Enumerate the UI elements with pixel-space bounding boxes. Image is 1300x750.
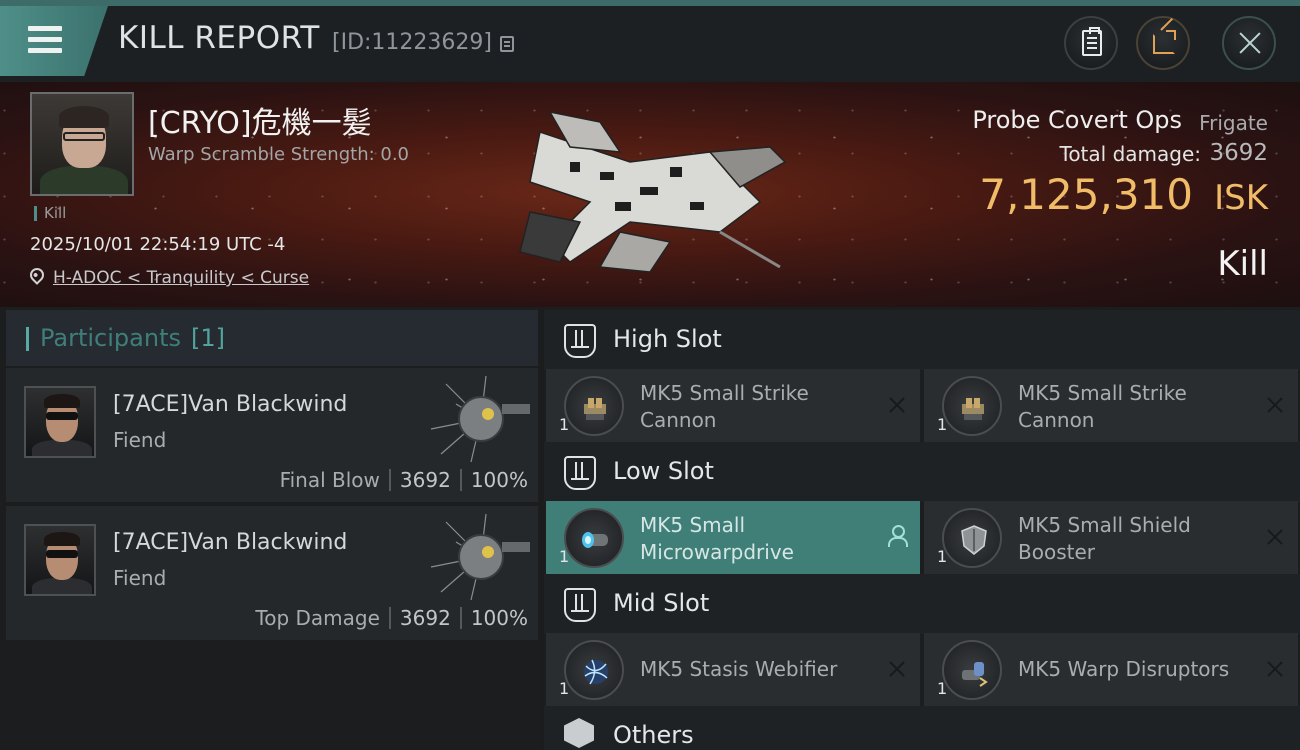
module-quantity: 1 xyxy=(937,415,948,434)
module-item[interactable]: 1 MK5 Small Strike Cannon xyxy=(546,369,920,442)
warp-scramble-strength: Warp Scramble Strength: 0.0 xyxy=(148,144,410,165)
slot-icon xyxy=(564,324,596,358)
warp-disruptor-icon xyxy=(942,640,1002,700)
participant-damage: 3692 xyxy=(399,468,451,492)
low-slot-header: Low Slot xyxy=(544,442,1300,502)
module-name: MK5 Small Shield Booster xyxy=(1018,513,1191,564)
participant-stat-label: Top Damage xyxy=(255,606,380,630)
module-item[interactable]: 1 MK5 Stasis Webifier xyxy=(546,633,920,706)
module-item[interactable]: 1 MK5 Warp Disruptors xyxy=(924,633,1298,706)
participant-stats: Top Damage 3692 100% xyxy=(255,606,528,630)
participant-avatar xyxy=(24,524,96,596)
isk-value: 7,125,310 xyxy=(979,170,1193,219)
participant-percent: 100% xyxy=(470,468,528,492)
kill-datetime: 2025/10/01 22:54:19 UTC -4 xyxy=(30,234,286,255)
participants-title: Participants xyxy=(40,324,181,352)
total-damage-value: 3692 xyxy=(1209,140,1268,166)
person-icon[interactable] xyxy=(886,525,908,547)
module-name: MK5 Small Strike Cannon xyxy=(1018,381,1187,432)
participant-card[interactable]: [7ACE]Van Blackwind Fiend Top Damage 3692… xyxy=(6,506,538,640)
x-icon[interactable] xyxy=(1266,660,1284,678)
participant-ship: Fiend xyxy=(113,428,167,452)
participant-stats: Final Blow 3692 100% xyxy=(280,468,528,492)
location-link[interactable]: H-ADOC < Tranquility < Curse xyxy=(53,268,309,288)
hamburger-icon xyxy=(28,26,62,31)
others-header: Others xyxy=(544,706,1300,750)
total-damage-label: Total damage: xyxy=(1059,142,1202,166)
cannon-icon xyxy=(942,376,1002,436)
x-icon[interactable] xyxy=(1266,528,1284,546)
x-icon[interactable] xyxy=(1266,396,1284,414)
ship-image xyxy=(519,110,787,273)
participants-count: [1] xyxy=(191,324,225,352)
kill-tag: Kill xyxy=(34,206,66,221)
module-item[interactable]: 1 MK5 Small Strike Cannon xyxy=(924,369,1298,442)
participant-stat-label: Final Blow xyxy=(279,468,380,492)
participants-header: Participants [1] xyxy=(6,310,538,366)
participant-damage: 3692 xyxy=(399,606,451,630)
participant-name: [7ACE]Van Blackwind xyxy=(113,392,348,417)
share-icon xyxy=(1153,30,1176,54)
participant-percent: 100% xyxy=(470,606,528,630)
close-button[interactable] xyxy=(1222,16,1276,70)
participant-avatar xyxy=(24,386,96,458)
cube-icon xyxy=(564,718,594,748)
high-slot-title: High Slot xyxy=(613,325,722,353)
stasis-webifier-icon xyxy=(564,640,624,700)
report-id: [ID:11223629] xyxy=(332,30,492,55)
module-item[interactable]: 1 MK5 Small Shield Booster xyxy=(924,501,1298,574)
slot-icon xyxy=(564,456,596,490)
victim-name[interactable]: [CRYO]危機一髪 xyxy=(148,98,372,142)
module-quantity: 1 xyxy=(937,679,948,698)
isk-unit: ISK xyxy=(1214,178,1268,218)
cannon-icon xyxy=(564,376,624,436)
page-title: KILL REPORT xyxy=(118,20,320,56)
low-slot-title: Low Slot xyxy=(613,457,714,485)
result-label: Kill xyxy=(1217,244,1268,284)
mid-slot-header: Mid Slot xyxy=(544,574,1300,634)
module-quantity: 1 xyxy=(559,547,570,566)
participant-ship: Fiend xyxy=(113,566,167,590)
module-name: MK5 Small Strike Cannon xyxy=(640,381,809,432)
module-quantity: 1 xyxy=(937,547,948,566)
participant-ship-image xyxy=(430,375,530,463)
shield-booster-icon xyxy=(942,508,1002,568)
high-slot-header: High Slot xyxy=(544,310,1300,370)
participant-ship-image xyxy=(430,513,530,601)
clipboard-button[interactable] xyxy=(1064,16,1118,70)
module-quantity: 1 xyxy=(559,415,570,434)
share-button[interactable] xyxy=(1136,16,1190,70)
module-item[interactable]: 1 MK5 Small Microwarpdrive xyxy=(546,501,920,574)
x-icon[interactable] xyxy=(888,660,906,678)
mid-slot-title: Mid Slot xyxy=(613,589,710,617)
module-name: MK5 Warp Disruptors xyxy=(1018,657,1230,681)
others-title: Others xyxy=(613,721,694,749)
slot-icon xyxy=(564,588,596,622)
module-name: MK5 Stasis Webifier xyxy=(640,657,838,681)
ship-name[interactable]: Probe Covert Ops xyxy=(972,106,1182,134)
module-quantity: 1 xyxy=(559,679,570,698)
participant-card[interactable]: [7ACE]Van Blackwind Fiend Final Blow 3692… xyxy=(6,368,538,502)
copy-icon[interactable] xyxy=(500,36,514,52)
ship-class: Frigate xyxy=(1199,111,1268,135)
microwarpdrive-icon xyxy=(564,508,624,568)
module-name: MK5 Small Microwarpdrive xyxy=(640,513,794,564)
clipboard-icon xyxy=(1082,27,1102,56)
x-icon[interactable] xyxy=(888,396,906,414)
victim-avatar[interactable] xyxy=(30,92,134,196)
participant-name: [7ACE]Van Blackwind xyxy=(113,530,348,555)
